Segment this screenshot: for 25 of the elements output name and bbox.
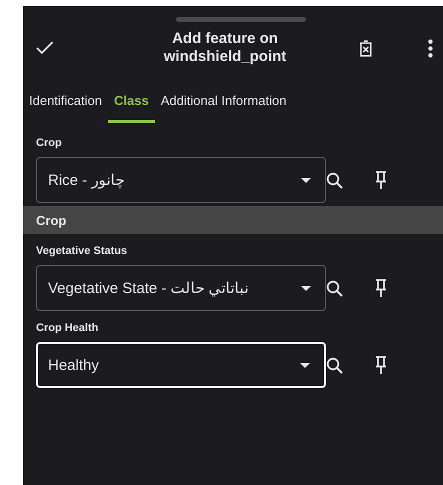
pin-icon[interactable]: [375, 279, 387, 297]
tab[interactable]: Class: [108, 83, 155, 123]
checkmark-icon[interactable]: [36, 41, 54, 55]
caret-icon: [300, 362, 310, 368]
field-label: Crop: [36, 136, 63, 151]
dropdown-field[interactable]: Vegetative State - نباتاتي حالت: [36, 265, 326, 311]
tab[interactable]: Identification: [23, 83, 108, 123]
field-label: Crop Health: [36, 321, 100, 336]
field-label: Vegetative Status: [36, 244, 128, 259]
pin-icon[interactable]: [375, 171, 387, 189]
pin-icon[interactable]: [375, 356, 387, 374]
search-icon[interactable]: [326, 280, 343, 296]
search-icon[interactable]: [326, 356, 343, 374]
group-header: Crop: [23, 206, 443, 234]
caret-icon: [301, 286, 311, 290]
search-icon[interactable]: [326, 172, 343, 188]
drag-handle[interactable]: [176, 17, 306, 22]
tab[interactable]: Additional Information: [154, 83, 292, 123]
more-icon[interactable]: [428, 38, 433, 58]
dropdown-field[interactable]: Healthy: [36, 342, 326, 388]
delete-icon[interactable]: [359, 40, 374, 56]
window-title: windshield_point: [164, 48, 286, 66]
dropdown-field[interactable]: Rice - چانور: [36, 157, 326, 203]
caret-icon: [301, 178, 311, 182]
window-title: Add feature on: [172, 30, 278, 48]
